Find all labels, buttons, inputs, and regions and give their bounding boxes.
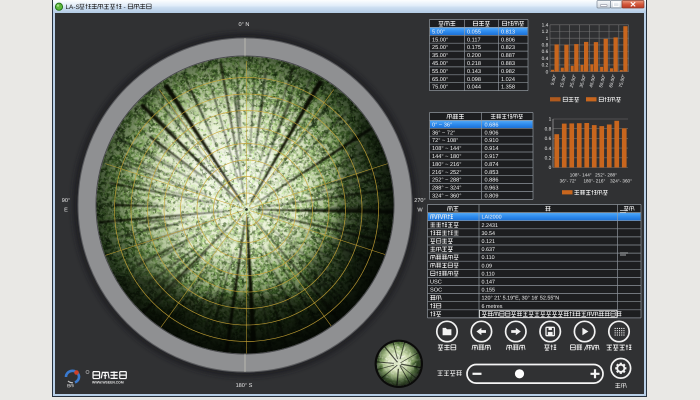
svg-text:1: 1: [549, 117, 552, 123]
svg-text:15.00°: 15.00°: [432, 37, 448, 43]
svg-text:LA-S: LA-S: [66, 4, 80, 11]
svg-text:0.686: 0.686: [485, 122, 499, 128]
svg-text:0.4: 0.4: [545, 146, 552, 152]
svg-text:0.806: 0.806: [501, 37, 515, 43]
svg-text:108°- 144°: 108°- 144°: [570, 172, 592, 177]
svg-text:0.155: 0.155: [482, 288, 496, 294]
svg-text:1: 1: [546, 36, 549, 42]
svg-text:0.098: 0.098: [467, 77, 481, 83]
svg-text:6 metres: 6 metres: [482, 304, 503, 310]
svg-text:72° ~ 108°: 72° ~ 108°: [432, 138, 458, 144]
svg-text:0.883: 0.883: [501, 61, 515, 67]
svg-text:USC: USC: [430, 280, 442, 286]
svg-text:0.117: 0.117: [467, 37, 481, 43]
svg-text:0: 0: [549, 165, 552, 171]
svg-text:0.044: 0.044: [467, 85, 481, 91]
svg-text:65.00°: 65.00°: [432, 77, 448, 83]
svg-text:0.2: 0.2: [545, 156, 552, 162]
svg-text:0.637: 0.637: [482, 247, 496, 253]
svg-text:180° S: 180° S: [236, 383, 253, 389]
svg-text:0.8: 0.8: [545, 126, 552, 132]
svg-text:0.147: 0.147: [482, 280, 496, 286]
svg-text:1.4: 1.4: [542, 23, 549, 29]
svg-text:108° ~ 144°: 108° ~ 144°: [432, 146, 462, 152]
svg-text:0.906: 0.906: [485, 130, 499, 136]
svg-text:1.358: 1.358: [501, 85, 515, 91]
svg-text:0.09: 0.09: [482, 263, 493, 269]
svg-text:E: E: [64, 208, 68, 214]
svg-text:0.4: 0.4: [542, 56, 549, 62]
svg-text:0.809: 0.809: [485, 194, 499, 200]
svg-text:252°- 288°: 252°- 288°: [595, 172, 617, 177]
svg-text:0° N: 0° N: [239, 22, 250, 28]
svg-text:0.874: 0.874: [485, 162, 499, 168]
svg-text:0.175: 0.175: [467, 45, 481, 51]
svg-text:0° ~ 36°: 0° ~ 36°: [432, 122, 452, 128]
svg-text:216° ~ 252°: 216° ~ 252°: [432, 170, 462, 176]
svg-text:25.00°: 25.00°: [432, 45, 448, 51]
svg-text:LAI2000: LAI2000: [482, 215, 502, 221]
svg-text:0.218: 0.218: [467, 61, 481, 67]
svg-text:0.982: 0.982: [501, 69, 515, 75]
svg-text:55.00°: 55.00°: [432, 69, 448, 75]
svg-text:0.055: 0.055: [467, 29, 481, 35]
svg-text:0.8: 0.8: [542, 43, 549, 49]
svg-text:0.143: 0.143: [467, 69, 481, 75]
svg-text:0.914: 0.914: [485, 146, 499, 152]
svg-text:SOC: SOC: [430, 288, 442, 294]
svg-text:36°- 72°: 36°- 72°: [560, 179, 577, 184]
svg-text:0.110: 0.110: [482, 271, 495, 277]
svg-text:0.2: 0.2: [542, 63, 549, 69]
svg-text:270°: 270°: [414, 198, 426, 204]
svg-text:180°- 216°: 180°- 216°: [583, 179, 605, 184]
svg-text:1.024: 1.024: [501, 77, 515, 83]
svg-text:35.00°: 35.00°: [432, 53, 448, 59]
svg-text:WWW.WSEEN.COM: WWW.WSEEN.COM: [92, 381, 124, 385]
svg-text:36° ~ 72°: 36° ~ 72°: [432, 130, 455, 136]
svg-text:0.917: 0.917: [485, 154, 499, 160]
svg-text:45.00°: 45.00°: [432, 61, 448, 67]
svg-text:0.887: 0.887: [501, 53, 515, 59]
svg-text:0.853: 0.853: [485, 170, 499, 176]
svg-text:0.6: 0.6: [545, 136, 552, 142]
svg-text:2.2431: 2.2431: [482, 223, 499, 229]
svg-text:180° ~ 216°: 180° ~ 216°: [432, 162, 462, 168]
svg-text:75.00°: 75.00°: [432, 85, 448, 91]
svg-text:0.110: 0.110: [482, 255, 495, 261]
svg-text:0.813: 0.813: [501, 29, 515, 35]
svg-text:0.963: 0.963: [485, 186, 499, 192]
svg-text:5.00°: 5.00°: [432, 29, 445, 35]
svg-text:324° ~ 360°: 324° ~ 360°: [432, 194, 462, 200]
svg-text:120° 21' 5.19"E, 30° 16' 52.55: 120° 21' 5.19"E, 30° 16' 52.55"N: [482, 296, 560, 302]
svg-text:0.823: 0.823: [501, 45, 515, 51]
svg-text:0.200: 0.200: [467, 53, 481, 59]
svg-text:144° ~ 180°: 144° ~ 180°: [432, 154, 462, 160]
svg-text:1.2: 1.2: [542, 29, 549, 35]
svg-text:0.886: 0.886: [485, 178, 499, 184]
svg-text:324°- 360°: 324°- 360°: [610, 179, 632, 184]
svg-text:0.6: 0.6: [542, 49, 549, 55]
svg-text:30.54: 30.54: [482, 231, 496, 237]
svg-text:90°: 90°: [62, 198, 70, 204]
svg-text:-: -: [124, 4, 126, 11]
svg-text:288° ~ 324°: 288° ~ 324°: [432, 186, 462, 192]
svg-text:W: W: [417, 208, 423, 214]
svg-text:252° ~ 288°: 252° ~ 288°: [432, 178, 462, 184]
svg-text:0.910: 0.910: [485, 138, 499, 144]
svg-text:0: 0: [546, 69, 549, 75]
svg-text:0.121: 0.121: [482, 239, 496, 245]
